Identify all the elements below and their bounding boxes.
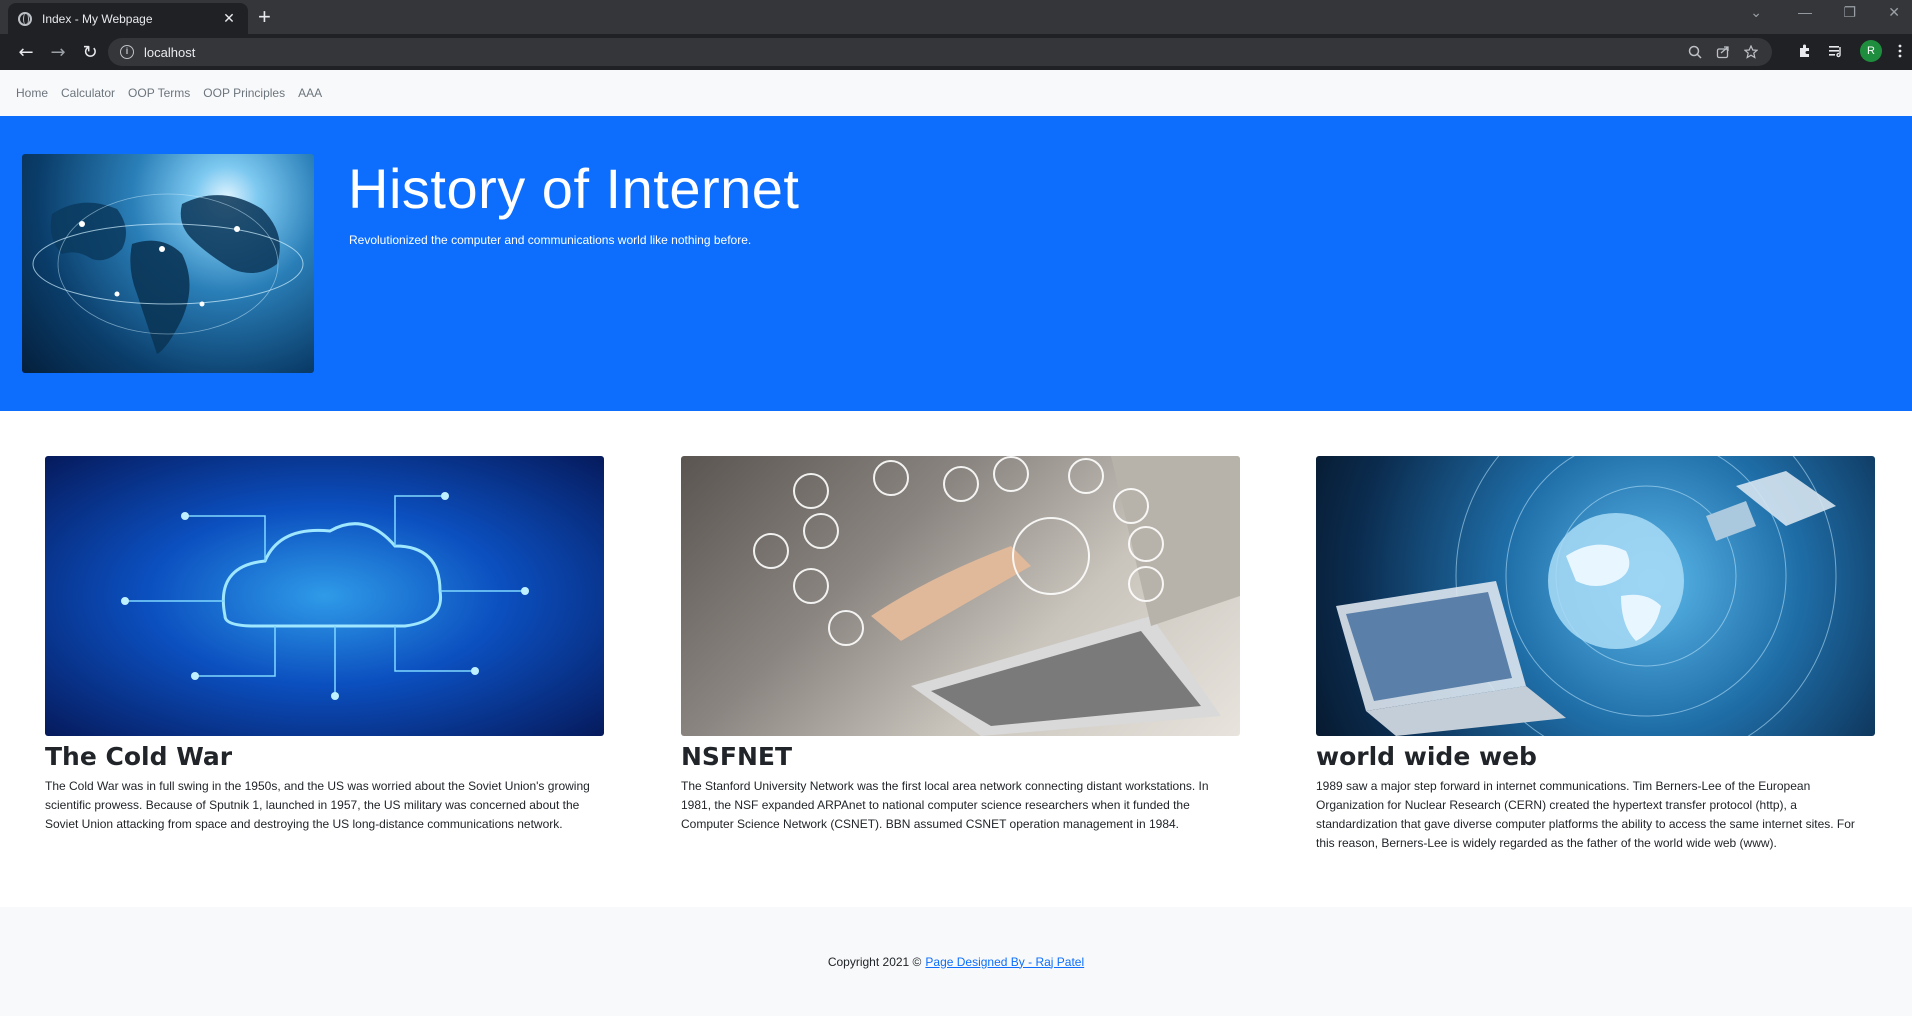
bookmark-star-icon[interactable]	[1744, 45, 1758, 59]
hero-title: History of Internet	[348, 157, 800, 220]
card-title: world wide web	[1316, 742, 1537, 771]
window-close-icon[interactable]: ✕	[1888, 4, 1900, 21]
hero-subtitle: Revolutionized the computer and communic…	[349, 233, 752, 247]
url-text: localhost	[144, 44, 196, 60]
reading-list-icon[interactable]	[1828, 44, 1844, 58]
nav-link-oop-terms[interactable]: OOP Terms	[128, 86, 190, 100]
nav-link-calculator[interactable]: Calculator	[61, 86, 115, 100]
card-text: 1989 saw a major step forward in interne…	[1316, 779, 1855, 850]
laptop-phone-image	[681, 456, 1240, 736]
site-info-icon[interactable]: i	[120, 45, 134, 59]
card-cold-war: The Cold War The Cold War was in full sw…	[45, 456, 604, 834]
globe-laptop-image	[1316, 456, 1875, 736]
copyright-text: Copyright 2021 ©	[827, 954, 922, 969]
page-footer: Copyright 2021 © Page Designed By - Raj …	[0, 907, 1912, 1016]
extensions-icon[interactable]	[1797, 44, 1812, 59]
zoom-icon[interactable]	[1688, 45, 1702, 59]
card-text: The Cold War was in full swing in the 19…	[45, 779, 590, 831]
forward-button[interactable]: →	[42, 42, 74, 63]
card-world-wide-web: world wide web 1989 saw a major step for…	[1316, 456, 1875, 853]
site-navbar: Home Calculator OOP Terms OOP Principles…	[0, 70, 1912, 116]
restore-icon[interactable]: ❐	[1843, 4, 1856, 21]
hero-banner: History of Internet Revolutionized the c…	[0, 116, 1912, 411]
browser-tab[interactable]: Index - My Webpage ✕	[8, 3, 248, 34]
nav-link-home[interactable]: Home	[16, 86, 48, 100]
back-button[interactable]: ←	[10, 42, 42, 63]
card-text: The Stanford University Network was the …	[681, 779, 1209, 831]
profile-avatar[interactable]: R	[1860, 40, 1882, 62]
card-title: NSFNET	[681, 742, 793, 771]
browser-tab-strip: Index - My Webpage ✕ + ⌄ — ❐ ✕	[0, 0, 1912, 34]
designer-link[interactable]: Page Designed By - Raj Patel	[925, 955, 1084, 969]
cloud-network-image	[45, 456, 604, 736]
card-title: The Cold War	[45, 742, 233, 771]
address-bar[interactable]: i localhost	[108, 38, 1772, 66]
browser-toolbar: ← → ↻ i localhost R	[0, 34, 1912, 70]
tab-title: Index - My Webpage	[42, 11, 153, 26]
new-tab-button[interactable]: +	[258, 5, 271, 29]
more-menu-icon[interactable]	[1898, 44, 1902, 58]
minimize-icon[interactable]: —	[1798, 4, 1812, 20]
nav-link-aaa[interactable]: AAA	[298, 86, 322, 100]
hero-globe-image	[22, 154, 314, 373]
reload-button[interactable]: ↻	[74, 42, 106, 63]
tab-search-icon[interactable]: ⌄	[1750, 4, 1762, 21]
nav-link-oop-principles[interactable]: OOP Principles	[203, 86, 285, 100]
share-icon[interactable]	[1716, 45, 1730, 59]
card-nsfnet: NSFNET The Stanford University Network w…	[681, 456, 1240, 834]
tab-close-icon[interactable]: ✕	[220, 10, 238, 27]
globe-icon	[18, 11, 32, 26]
